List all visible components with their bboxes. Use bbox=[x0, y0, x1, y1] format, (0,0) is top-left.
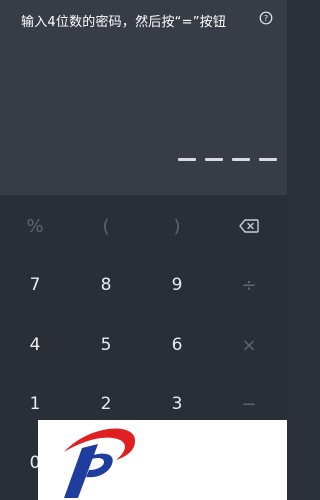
digit-1-key[interactable]: 1 bbox=[5, 384, 65, 424]
pin-slot bbox=[178, 158, 196, 161]
digit-4-key[interactable]: 4 bbox=[5, 325, 65, 365]
close-paren-key[interactable]: ) bbox=[147, 206, 207, 246]
watermark-logo bbox=[38, 420, 287, 500]
multiply-key[interactable]: × bbox=[219, 325, 279, 365]
open-paren-key[interactable]: ( bbox=[76, 206, 136, 246]
backspace-key[interactable] bbox=[219, 206, 279, 246]
divide-key[interactable]: ÷ bbox=[219, 265, 279, 305]
digit-8-key[interactable]: 8 bbox=[76, 265, 136, 305]
pin-slot bbox=[205, 158, 223, 161]
digit-6-key[interactable]: 6 bbox=[147, 325, 207, 365]
help-icon[interactable]: ? bbox=[259, 10, 273, 25]
digit-3-key[interactable]: 3 bbox=[147, 384, 207, 424]
pin-slot bbox=[259, 158, 277, 161]
digit-5-key[interactable]: 5 bbox=[76, 325, 136, 365]
display-area: 输入4位数的密码，然后按“=”按钮 ? bbox=[0, 0, 287, 195]
pin-entry bbox=[178, 158, 277, 161]
digit-2-key[interactable]: 2 bbox=[76, 384, 136, 424]
minus-key[interactable]: − bbox=[219, 384, 279, 424]
digit-9-key[interactable]: 9 bbox=[147, 265, 207, 305]
logo-icon bbox=[64, 428, 136, 498]
digit-7-key[interactable]: 7 bbox=[5, 265, 65, 305]
svg-text:?: ? bbox=[264, 14, 268, 23]
pin-slot bbox=[232, 158, 250, 161]
password-prompt: 输入4位数的密码，然后按“=”按钮 bbox=[21, 15, 227, 30]
backspace-icon bbox=[239, 219, 259, 233]
percent-key[interactable]: % bbox=[5, 206, 65, 246]
